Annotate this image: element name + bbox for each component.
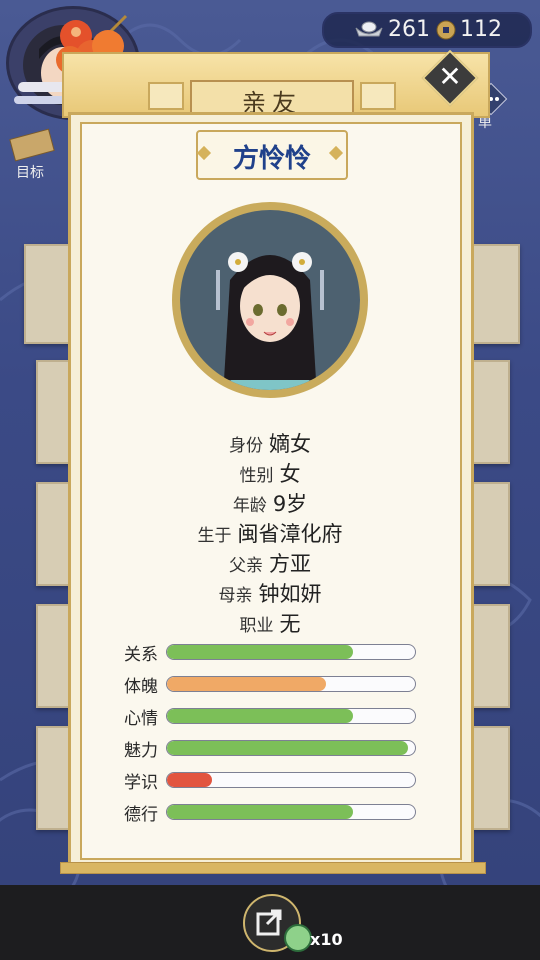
goal-label: 目标: [16, 165, 44, 181]
stat-label: 关系: [124, 645, 158, 665]
info-row: 年龄 9岁: [100, 488, 440, 518]
background-card: [470, 482, 510, 586]
info-value: 闽省漳化府: [237, 522, 343, 546]
share-reward-count: x10: [310, 930, 343, 949]
header-ornament-left: [148, 82, 184, 110]
stat-bar: [166, 708, 416, 724]
silver-count: 261: [388, 17, 430, 42]
modal-title-plate: 亲友: [190, 80, 354, 117]
character-portrait: [180, 210, 360, 390]
info-key: 母亲: [218, 586, 253, 606]
character-name-plate: 方怜怜: [196, 130, 348, 180]
copper-coin-icon: [436, 20, 456, 40]
girl-portrait-icon: [216, 252, 324, 390]
info-row: 性别女: [100, 458, 440, 488]
info-key: 身份: [229, 436, 263, 456]
stat-bar-fill: [167, 677, 326, 691]
background-card: [470, 604, 510, 708]
stat-bar: [166, 804, 416, 820]
stat-bar: [166, 772, 416, 788]
stat-label: 德行: [124, 805, 158, 825]
info-value: 钟如妍: [258, 582, 322, 606]
goal-scroll-icon: [9, 128, 55, 162]
info-key: 年龄: [232, 496, 267, 516]
modal-bottom-rail: [60, 862, 486, 874]
stat-bar-fill: [167, 709, 353, 723]
info-row: 身份 嫡女: [100, 428, 440, 458]
info-row: 父亲 方亚: [100, 548, 440, 578]
stat-label: 学识: [124, 773, 158, 793]
info-value: 嫡女: [269, 432, 311, 456]
info-key: 父亲: [229, 556, 263, 576]
silver-ingot-icon: [355, 21, 383, 37]
info-key: 性别: [239, 466, 274, 486]
stat-label: 魅力: [124, 741, 158, 761]
background-card: [466, 244, 520, 344]
background-card: [470, 726, 510, 830]
stat-bar: [166, 676, 416, 692]
info-key: 生于: [197, 526, 232, 546]
info-value: 方亚: [269, 552, 311, 576]
stat-label: 体魄: [124, 677, 158, 697]
info-value: 女: [279, 462, 301, 486]
stat-bar-fill: [167, 805, 353, 819]
stat-bar-fill: [167, 741, 408, 755]
info-value: 9岁: [272, 492, 308, 516]
currency-panel: 261 112: [322, 12, 532, 48]
stat-label: 心情: [124, 709, 158, 729]
stat-bar: [166, 740, 416, 756]
stat-bar: [166, 644, 416, 660]
background-card: [470, 360, 510, 464]
jade-coin-icon: [284, 924, 312, 952]
info-row: 生于 闽省漳化府: [100, 518, 440, 548]
goal-button[interactable]: 目标: [8, 128, 56, 181]
info-key: 职业: [239, 616, 274, 636]
coin-count: 112: [460, 17, 502, 42]
character-name: 方怜怜: [232, 144, 311, 174]
stat-bar-fill: [167, 773, 212, 787]
info-value: 无: [279, 612, 301, 636]
stat-bar-fill: [167, 645, 353, 659]
info-row: 职业无: [100, 608, 440, 638]
close-icon[interactable]: ✕: [430, 58, 470, 98]
header-ornament-right: [360, 82, 396, 110]
info-row: 母亲 钟如妍: [100, 578, 440, 608]
